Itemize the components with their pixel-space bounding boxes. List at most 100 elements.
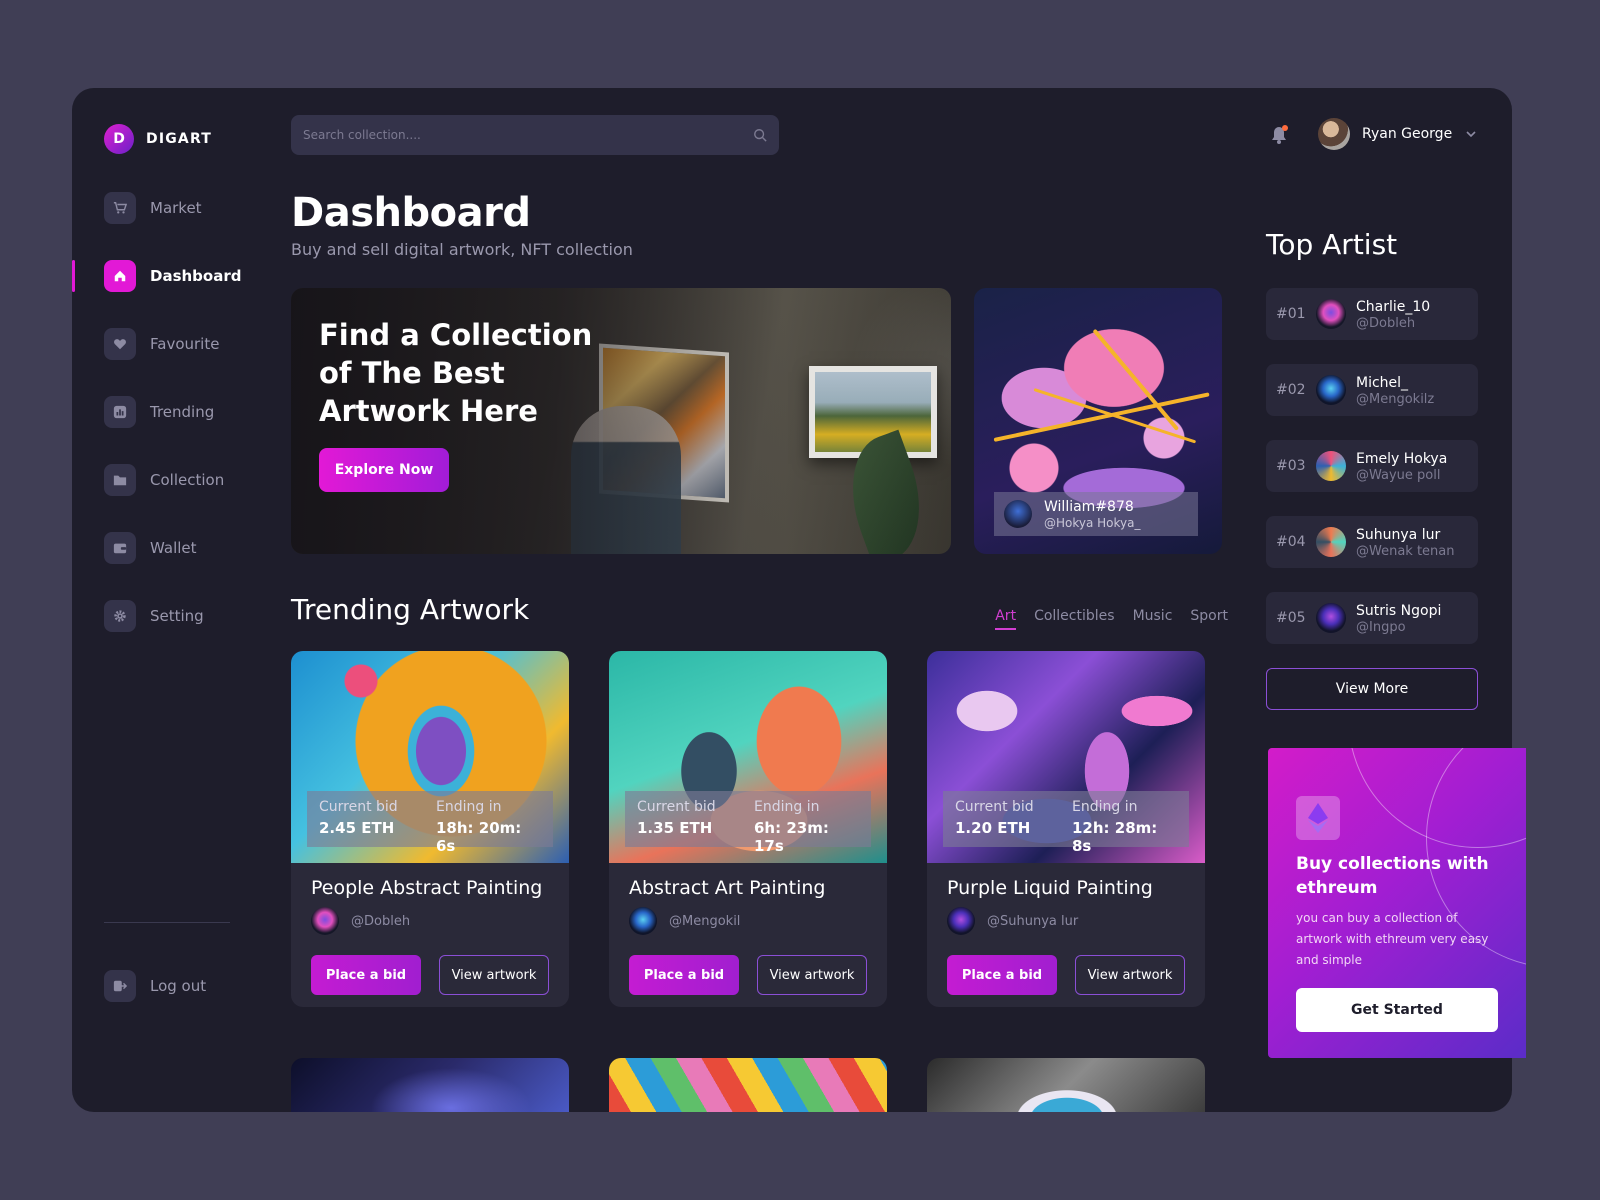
artist-avatar xyxy=(1316,603,1346,633)
top-artist-item[interactable]: #03 Emely Hokya @Wayue poll xyxy=(1266,440,1478,492)
owner-avatar xyxy=(629,907,657,935)
logout-icon xyxy=(104,970,136,1002)
artwork-card: Current bid 1.20 ETH Ending in 12h: 28m:… xyxy=(927,651,1205,1007)
cart-icon xyxy=(104,192,136,224)
view-artwork-button[interactable]: View artwork xyxy=(1075,955,1185,995)
artist-rank: #02 xyxy=(1276,382,1306,398)
sidebar-nav: Market Dashboard Favourite Trending Coll… xyxy=(72,192,242,668)
top-artist-item[interactable]: #02 Michel_ @Mengokilz xyxy=(1266,364,1478,416)
user-menu[interactable]: Ryan George xyxy=(1318,118,1478,150)
bid-panel: Current bid 1.20 ETH Ending in 12h: 28m:… xyxy=(943,791,1189,855)
place-bid-button[interactable]: Place a bid xyxy=(947,955,1057,995)
sidebar-item-dashboard[interactable]: Dashboard xyxy=(72,260,242,292)
explore-now-button[interactable]: Explore Now xyxy=(319,448,449,492)
page-title: Dashboard xyxy=(291,190,531,236)
bid-panel: Current bid 1.35 ETH Ending in 6h: 23m: … xyxy=(625,791,871,855)
sidebar-item-market[interactable]: Market xyxy=(104,192,241,224)
artist-handle: @Ingpo xyxy=(1356,619,1406,635)
tab-music[interactable]: Music xyxy=(1133,608,1173,630)
sidebar-divider xyxy=(104,922,230,923)
folder-icon xyxy=(104,464,136,496)
get-started-button[interactable]: Get Started xyxy=(1296,988,1498,1032)
search-input[interactable] xyxy=(303,128,753,142)
bid-panel: Current bid 2.45 ETH Ending in 18h: 20m:… xyxy=(307,791,553,855)
featured-artwork[interactable]: William#878 @Hokya Hokya_ xyxy=(974,288,1222,554)
owner-handle: @Dobleh xyxy=(351,913,411,929)
place-bid-button[interactable]: Place a bid xyxy=(311,955,421,995)
user-avatar xyxy=(1318,118,1350,150)
home-icon xyxy=(104,260,136,292)
view-more-button[interactable]: View More xyxy=(1266,668,1478,710)
ending-label: Ending in xyxy=(754,799,820,815)
sidebar-item-trending[interactable]: Trending xyxy=(104,396,241,428)
tab-collectibles[interactable]: Collectibles xyxy=(1034,608,1115,630)
owner-avatar xyxy=(947,907,975,935)
ending-label: Ending in xyxy=(1072,799,1138,815)
chart-icon xyxy=(104,396,136,428)
logout-label: Log out xyxy=(150,977,207,995)
paint-splash xyxy=(1033,388,1197,444)
artist-rank: #05 xyxy=(1276,610,1306,626)
artist-name: Charlie_10 xyxy=(1356,298,1431,315)
sidebar-item-label: Dashboard xyxy=(150,267,242,285)
artist-name: Suhunya lur xyxy=(1356,526,1441,543)
sidebar-item-favourite[interactable]: Favourite xyxy=(104,328,241,360)
artist-handle: @Mengokilz xyxy=(1356,391,1435,407)
user-name: Ryan George xyxy=(1362,126,1453,142)
notification-bell-icon[interactable] xyxy=(1268,124,1290,146)
sidebar-item-label: Favourite xyxy=(150,335,220,353)
notification-dot xyxy=(1282,125,1288,131)
top-artist-item[interactable]: #04 Suhunya lur @Wenak tenan xyxy=(1266,516,1478,568)
top-artist-item[interactable]: #01 Charlie_10 @Dobleh xyxy=(1266,288,1478,340)
artist-avatar xyxy=(1316,299,1346,329)
promo-title: Buy collections with ethreum xyxy=(1296,854,1489,898)
current-bid-value: 1.20 ETH xyxy=(955,819,1031,837)
owner-handle: @Mengokil xyxy=(669,913,741,929)
sidebar-item-label: Market xyxy=(150,199,202,217)
category-tabs: Art Collectibles Music Sport xyxy=(995,608,1228,630)
logout-button[interactable]: Log out xyxy=(104,970,206,1002)
view-artwork-button[interactable]: View artwork xyxy=(757,955,867,995)
sidebar-item-label: Collection xyxy=(150,471,225,489)
current-bid-value: 2.45 ETH xyxy=(319,819,395,837)
sidebar-item-collection[interactable]: Collection xyxy=(104,464,241,496)
logo-mark: D xyxy=(104,124,134,154)
place-bid-button[interactable]: Place a bid xyxy=(629,955,739,995)
current-bid-value: 1.35 ETH xyxy=(637,819,713,837)
artist-handle: @Wenak tenan xyxy=(1356,543,1455,559)
owner-handle: @Suhunya lur xyxy=(987,913,1079,929)
artwork-owner: @Suhunya lur xyxy=(947,907,1078,935)
search-icon[interactable] xyxy=(753,128,767,142)
heart-icon xyxy=(104,328,136,360)
current-bid-label: Current bid xyxy=(319,799,398,815)
artist-name: Sutris Ngopi xyxy=(1356,602,1442,619)
wallet-icon xyxy=(104,532,136,564)
hero-title: Find a Collection of The Best Artwork He… xyxy=(319,318,593,428)
artwork-card-preview[interactable] xyxy=(609,1058,887,1112)
search-bar xyxy=(291,115,779,155)
top-artist-title: Top Artist xyxy=(1266,228,1398,261)
ending-value: 18h: 20m: 6s xyxy=(436,819,522,855)
sidebar-item-label: Wallet xyxy=(150,539,197,557)
artwork-card-preview[interactable] xyxy=(927,1058,1205,1112)
chevron-down-icon xyxy=(1466,131,1476,138)
sidebar-item-label: Setting xyxy=(150,607,204,625)
brand-logo[interactable]: D DIGART xyxy=(104,124,212,154)
artwork-title: Abstract Art Painting xyxy=(629,877,826,899)
artwork-card-preview[interactable] xyxy=(291,1058,569,1112)
view-artwork-button[interactable]: View artwork xyxy=(439,955,549,995)
artist-rank: #03 xyxy=(1276,458,1306,474)
current-bid-label: Current bid xyxy=(955,799,1034,815)
ethereum-icon xyxy=(1296,796,1340,840)
tab-sport[interactable]: Sport xyxy=(1190,608,1228,630)
promo-text: you can buy a collection of artwork with… xyxy=(1296,911,1489,967)
sidebar-item-setting[interactable]: Setting xyxy=(104,600,241,632)
artist-avatar xyxy=(1316,451,1346,481)
artwork-title: People Abstract Painting xyxy=(311,877,543,899)
artist-rank: #04 xyxy=(1276,534,1306,550)
tab-art[interactable]: Art xyxy=(995,608,1017,630)
artist-name: Emely Hokya xyxy=(1356,450,1448,467)
sidebar-item-wallet[interactable]: Wallet xyxy=(104,532,241,564)
current-bid-label: Current bid xyxy=(637,799,716,815)
top-artist-item[interactable]: #05 Sutris Ngopi @Ingpo xyxy=(1266,592,1478,644)
